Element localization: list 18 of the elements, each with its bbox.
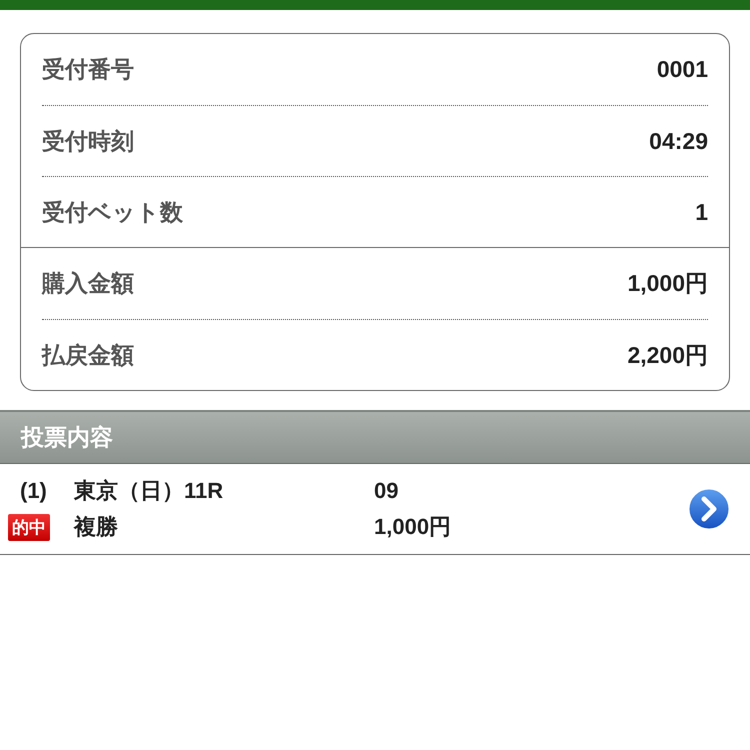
field-value: 0001 <box>656 56 708 83</box>
field-value: 1,000円 <box>627 269 708 298</box>
field-label: 受付時刻 <box>42 126 134 156</box>
field-label: 受付番号 <box>42 55 134 84</box>
race-name: 東京（日）11R <box>74 477 224 505</box>
bet-row[interactable]: (1) 東京（日）11R 09 的中 複勝 1,000円 <box>0 463 750 555</box>
bet-number: (1) <box>19 478 48 504</box>
field-label: 購入金額 <box>42 269 134 298</box>
field-value: 1 <box>695 198 708 226</box>
field-value: 2,200円 <box>627 340 708 370</box>
bet-amount: 1,000円 <box>374 513 452 541</box>
field-label: 払戻金額 <box>42 340 134 370</box>
field-label: 受付ベット数 <box>42 198 183 226</box>
hit-badge: 的中 <box>8 514 50 540</box>
field-value: 04:29 <box>649 128 708 154</box>
bet-type: 複勝 <box>74 513 119 541</box>
section-header: 投票内容 <box>0 410 750 463</box>
bet-selection: 09 <box>374 478 400 504</box>
